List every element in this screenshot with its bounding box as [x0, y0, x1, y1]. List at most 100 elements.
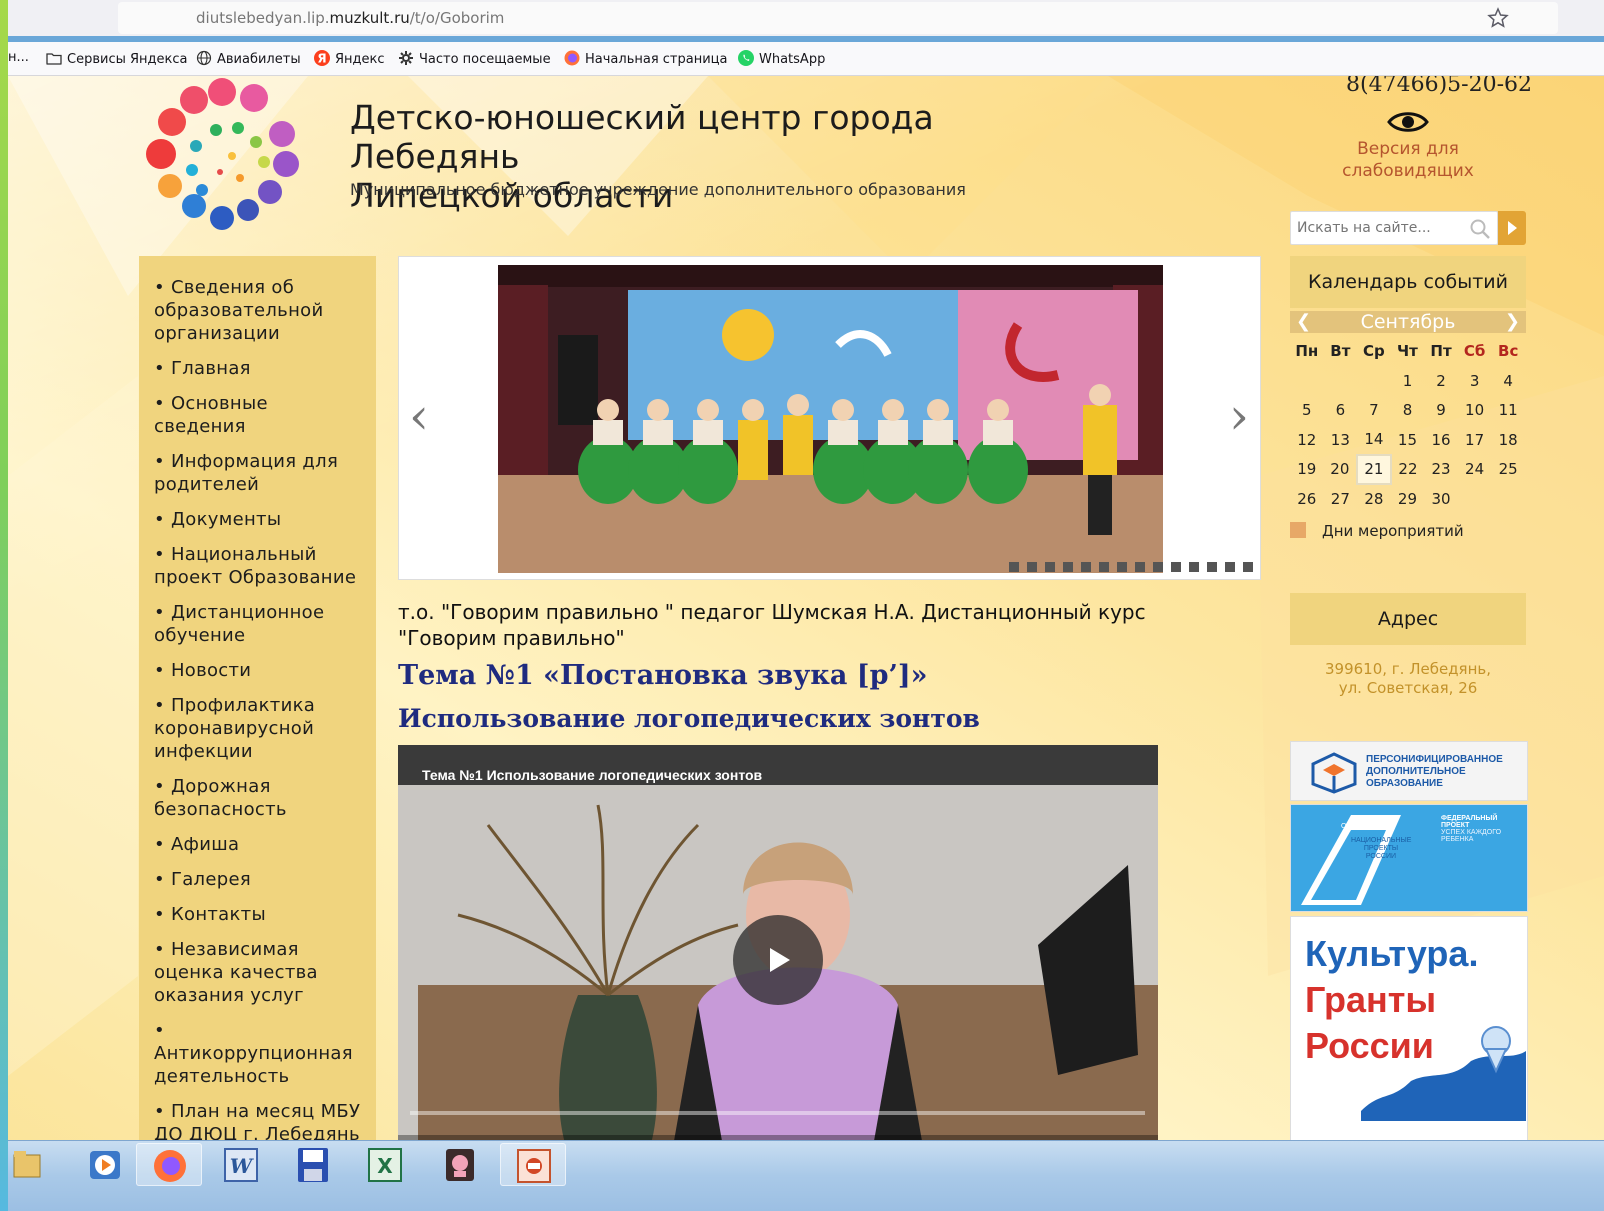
bookmark-whatsapp[interactable]: WhatsApp: [738, 50, 825, 67]
weekday-label: Вс: [1498, 342, 1519, 360]
taskbar-word[interactable]: W: [208, 1143, 274, 1186]
menu-item-poster[interactable]: • Афиша: [154, 833, 364, 856]
banner-national-project[interactable]: ОБРАЗОВАНИЕ НАЦИОНАЛЬНЫЕ ПРОЕКТЫ РОССИИ …: [1290, 804, 1528, 912]
calendar-day[interactable]: 6: [1324, 396, 1358, 426]
bookmark-frequent[interactable]: Часто посещаемые: [398, 50, 551, 67]
address-header: Адрес: [1290, 593, 1526, 645]
address-bar[interactable]: diutslebedyan.lip.muzkult.ru/t/o/Goborim: [118, 2, 1558, 34]
calendar-day[interactable]: 12: [1290, 425, 1324, 455]
calendar-day[interactable]: 4: [1491, 366, 1525, 396]
calendar-legend: Дни мероприятий: [1290, 522, 1464, 540]
calendar-day[interactable]: 5: [1290, 396, 1324, 426]
menu-item-documents[interactable]: • Документы: [154, 508, 364, 531]
taskbar-media-player[interactable]: [72, 1143, 138, 1186]
calendar-day[interactable]: 7: [1357, 396, 1391, 426]
calendar-day[interactable]: 24: [1458, 455, 1492, 485]
bookmark-avia[interactable]: Авиабилеты: [196, 50, 301, 67]
taskbar-explorer[interactable]: [8, 1143, 74, 1186]
menu-item-distance-learning[interactable]: • Дистанционное обучение: [154, 601, 364, 647]
menu-item-parents[interactable]: • Информация для родителей: [154, 450, 364, 496]
weekday-label: Чт: [1397, 342, 1418, 360]
slider-next-arrow[interactable]: ›: [1229, 387, 1249, 445]
slide-photo-stage-dance[interactable]: [498, 265, 1163, 573]
video-player[interactable]: Тема №1 Использование логопедических зон…: [398, 745, 1158, 1166]
bookmark-home[interactable]: Начальная страница: [564, 50, 727, 67]
calendar-day-today[interactable]: 21: [1356, 453, 1392, 485]
menu-item-news[interactable]: • Новости: [154, 659, 364, 682]
web-page: Детско-юношеский центр города Лебедянь Л…: [8, 76, 1604, 1166]
windows-taskbar: W X: [8, 1140, 1604, 1211]
play-button[interactable]: [733, 915, 823, 1005]
calendar-day[interactable]: 20: [1324, 455, 1358, 485]
banner-personalized-education[interactable]: ПЕРСОНИФИЦИРОВАННОЕ ДОПОЛНИТЕЛЬНОЕ ОБРАЗ…: [1290, 741, 1528, 801]
calendar-day[interactable]: 10: [1458, 396, 1492, 426]
low-vision-version-link[interactable]: Версия для слабовидящих: [1328, 108, 1488, 182]
video-progress-bar[interactable]: [410, 1111, 1145, 1115]
menu-item-covid[interactable]: • Профилактика коронавирусной инфекции: [154, 694, 364, 763]
banner-culture-grants[interactable]: Культура. Гранты России: [1290, 916, 1528, 1166]
calendar-day[interactable]: 26: [1290, 484, 1324, 514]
bookmark-truncated[interactable]: н...: [8, 50, 29, 65]
address-text: 399610, г. Лебедянь, ул. Советская, 26: [1290, 660, 1526, 698]
menu-item-basic-info[interactable]: • Основные сведения: [154, 392, 364, 438]
calendar-day[interactable]: 19: [1290, 455, 1324, 485]
menu-item-anticorruption[interactable]: • Антикоррупционная деятельность: [154, 1019, 364, 1088]
np-right-line1: ФЕДЕРАЛЬНЫЙ ПРОЕКТ: [1441, 815, 1498, 829]
menu-item-gallery[interactable]: • Галерея: [154, 868, 364, 891]
menu-item-contacts[interactable]: • Контакты: [154, 903, 364, 926]
taskbar-excel[interactable]: X: [352, 1143, 418, 1186]
phone-number: 8(47466)5-20-62: [1346, 76, 1533, 97]
bookmark-yandex-services[interactable]: Сервисы Яндекса: [46, 50, 187, 67]
calendar-day[interactable]: 11: [1491, 396, 1525, 426]
calendar-day[interactable]: 3: [1458, 366, 1492, 396]
calendar-day[interactable]: 28: [1357, 484, 1391, 514]
menu-item-home[interactable]: • Главная: [154, 357, 364, 380]
calendar-legend-label: Дни мероприятий: [1322, 522, 1464, 540]
calendar-header: Календарь событий: [1290, 256, 1526, 308]
calendar-day[interactable]: 14: [1357, 425, 1391, 455]
site-logo[interactable]: [136, 76, 316, 236]
calendar-day[interactable]: 2: [1424, 366, 1458, 396]
calendar-day[interactable]: 16: [1424, 425, 1458, 455]
menu-item-org-info[interactable]: • Сведения об образовательной организаци…: [154, 276, 364, 345]
search-icon[interactable]: [1469, 218, 1491, 240]
calendar-day[interactable]: 29: [1391, 484, 1425, 514]
calendar-day[interactable]: 30: [1424, 484, 1458, 514]
calendar-day[interactable]: 22: [1391, 455, 1425, 485]
calendar-day[interactable]: 17: [1458, 425, 1492, 455]
bookmark-yandex[interactable]: Я Яндекс: [314, 50, 385, 67]
taskbar-firefox[interactable]: [136, 1143, 202, 1186]
calendar-next-month-icon[interactable]: ❯: [1505, 311, 1520, 333]
calendar-day[interactable]: 23: [1424, 455, 1458, 485]
svg-text:X: X: [377, 1154, 393, 1178]
calendar-day[interactable]: 8: [1391, 396, 1425, 426]
star-icon[interactable]: [1487, 7, 1509, 29]
yandex-icon: Я: [314, 50, 330, 66]
taskbar-powerpoint[interactable]: [500, 1143, 566, 1186]
search-submit-button[interactable]: [1498, 211, 1526, 245]
media-player-icon: [90, 1151, 120, 1179]
menu-item-quality[interactable]: • Независимая оценка качества оказания у…: [154, 938, 364, 1007]
calendar-day[interactable]: 13: [1324, 425, 1358, 455]
menu-item-national-project[interactable]: • Национальный проект Образование: [154, 543, 364, 589]
slider-pagination-dots[interactable]: [1009, 561, 1253, 573]
calendar-day[interactable]: 1: [1391, 366, 1425, 396]
site-subtitle: Муниципальное бюджетное учреждение допол…: [350, 180, 966, 199]
url-text[interactable]: diutslebedyan.lip.muzkult.ru/t/o/Goborim: [196, 9, 504, 27]
calendar-day[interactable]: 25: [1491, 455, 1525, 485]
taskbar-save[interactable]: [280, 1143, 346, 1186]
calendar-day[interactable]: 9: [1424, 396, 1458, 426]
calendar-day[interactable]: 15: [1391, 425, 1425, 455]
arrow-right-icon: [1508, 221, 1517, 235]
play-icon: [770, 948, 790, 972]
slider-prev-arrow[interactable]: ‹: [409, 387, 429, 445]
calendar-prev-month-icon[interactable]: ❮: [1296, 311, 1311, 333]
search-input[interactable]: [1291, 212, 1466, 244]
topic-heading-1: Тема №1 «Постановка звука [р’]»: [398, 660, 928, 691]
calendar-day[interactable]: 18: [1491, 425, 1525, 455]
taskbar-app[interactable]: [426, 1143, 492, 1186]
calendar-day[interactable]: 27: [1324, 484, 1358, 514]
course-title: т.о. "Говорим правильно " педагог Шумска…: [398, 600, 1146, 650]
side-menu: • Сведения об образовательной организаци…: [139, 256, 376, 1166]
menu-item-road-safety[interactable]: • Дорожная безопасность: [154, 775, 364, 821]
